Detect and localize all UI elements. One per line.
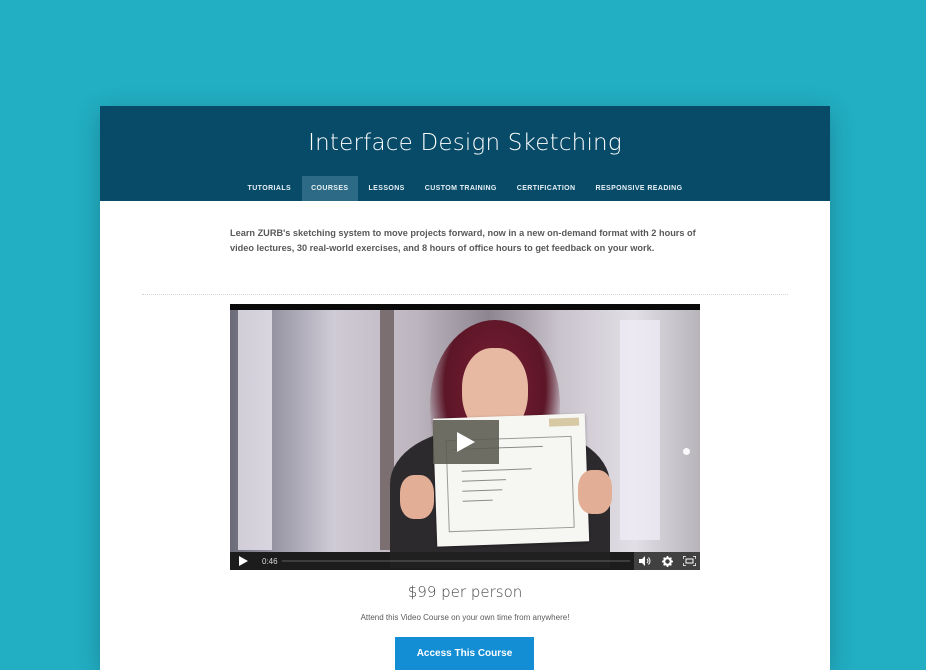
window-light	[238, 310, 272, 550]
window-light	[620, 320, 660, 540]
paper-line	[462, 489, 503, 492]
course-card: Interface Design Sketching TUTORIALS COU…	[100, 106, 830, 670]
volume-button[interactable]	[634, 552, 656, 570]
paper-line	[462, 499, 493, 502]
fullscreen-button[interactable]	[678, 552, 700, 570]
volume-icon	[639, 556, 651, 566]
video-frame[interactable]	[230, 310, 700, 568]
video-right-controls	[634, 552, 700, 570]
course-price: $99 per person	[407, 583, 523, 601]
big-play-button[interactable]	[433, 420, 499, 464]
nav-item-lessons[interactable]: LESSONS	[360, 176, 414, 201]
settings-button[interactable]	[656, 552, 678, 570]
settings-icon	[661, 555, 673, 567]
paper-tag	[548, 417, 580, 427]
main-nav: TUTORIALS COURSES LESSONS CUSTOM TRAININ…	[100, 176, 830, 201]
nav-item-tutorials[interactable]: TUTORIALS	[239, 176, 301, 201]
video-progress-bar[interactable]	[278, 552, 634, 570]
access-course-button[interactable]: Access This Course	[395, 637, 534, 670]
page-title: Interface Design Sketching	[308, 130, 622, 156]
nav-item-courses[interactable]: COURSES	[302, 176, 358, 201]
right-hand	[578, 470, 612, 514]
paper-line	[461, 479, 507, 482]
site-header: Interface Design Sketching TUTORIALS COU…	[100, 106, 830, 201]
video-controls: 0:46	[230, 552, 700, 570]
video-player[interactable]: 0:46	[230, 304, 700, 570]
play-icon	[457, 432, 475, 452]
nav-item-custom-training[interactable]: CUSTOM TRAINING	[416, 176, 506, 201]
nav-item-certification[interactable]: CERTIFICATION	[508, 176, 585, 201]
play-icon	[238, 556, 248, 566]
paper-line	[461, 468, 532, 472]
fullscreen-icon	[682, 556, 696, 566]
nav-item-responsive-reading[interactable]: RESPONSIVE READING	[586, 176, 691, 201]
course-description: Learn ZURB's sketching system to move pr…	[230, 228, 696, 253]
section-divider	[142, 294, 788, 295]
video-indicator-dot	[683, 448, 690, 455]
left-hand	[400, 475, 434, 519]
progress-track	[281, 560, 630, 562]
course-subtext: Attend this Video Course on your own tim…	[360, 613, 570, 622]
play-pause-button[interactable]	[230, 552, 256, 570]
video-time: 0:46	[262, 556, 278, 566]
